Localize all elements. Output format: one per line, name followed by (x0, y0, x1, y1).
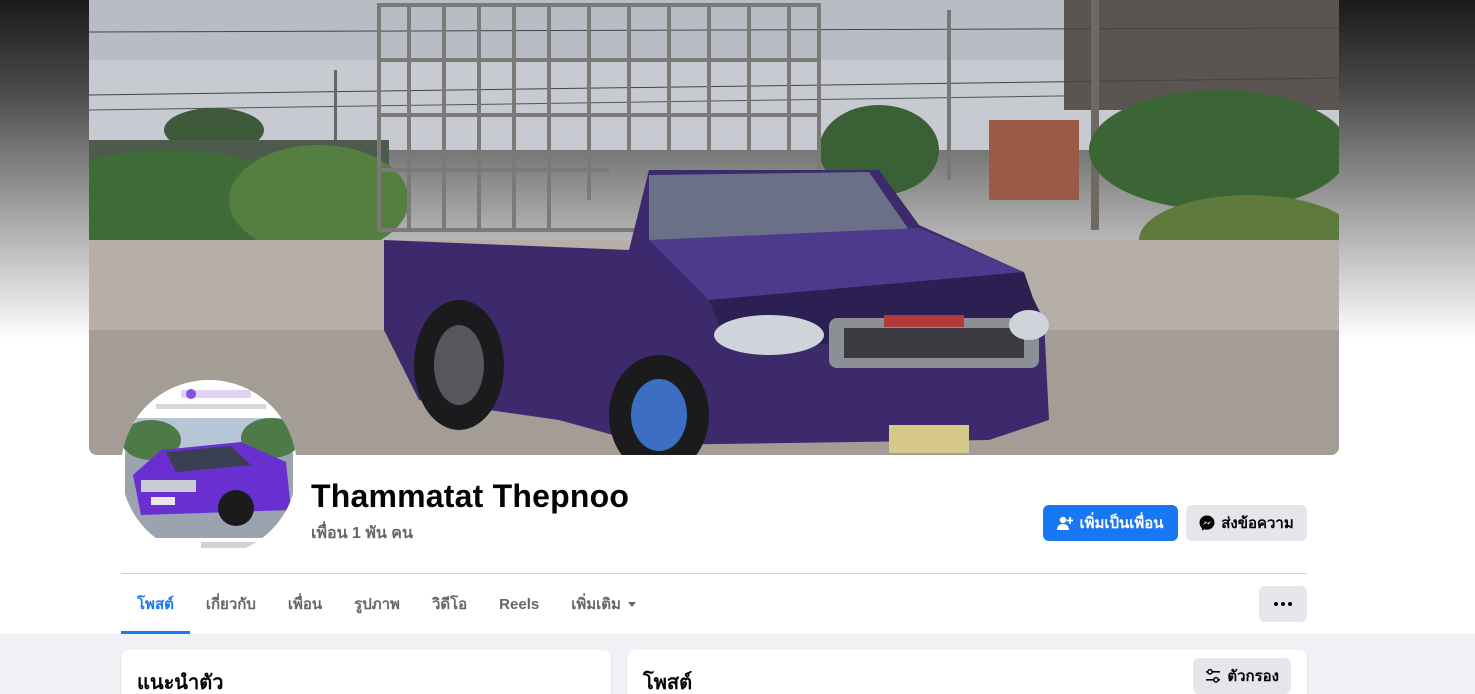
tab-more[interactable]: เพิ่มเติม (555, 574, 652, 634)
add-friend-label: เพิ่มเป็นเพื่อน (1079, 515, 1164, 532)
profile-name: Thammatat Thepnoo (311, 478, 630, 514)
filter-button[interactable]: ตัวกรอง (1193, 658, 1291, 694)
add-friend-button[interactable]: เพิ่มเป็นเพื่อน (1043, 505, 1178, 541)
intro-card: แนะนำตัว (121, 650, 611, 694)
filter-label: ตัวกรอง (1227, 668, 1279, 685)
profile-avatar[interactable] (121, 380, 297, 556)
tab-about[interactable]: เกี่ยวกับ (190, 574, 272, 634)
intro-title: แนะนำตัว (137, 672, 224, 694)
cover-photo[interactable] (89, 0, 1339, 455)
profile-page: Thammatat Thepnoo เพื่อน 1 พัน คน เพิ่มเ… (0, 0, 1475, 694)
caret-down-icon (627, 601, 636, 607)
posts-title: โพสต์ (643, 672, 693, 694)
tab-photos[interactable]: รูปภาพ (338, 574, 416, 634)
sliders-icon (1205, 668, 1221, 684)
profile-tabs: โพสต์ เกี่ยวกับ เพื่อน รูปภาพ วิดีโอ Ree… (121, 574, 652, 634)
posts-card: โพสต์ ตัวกรอง (627, 650, 1307, 694)
messenger-icon (1199, 515, 1215, 531)
message-label: ส่งข้อความ (1221, 515, 1294, 532)
tab-friends[interactable]: เพื่อน (272, 574, 338, 634)
friends-count[interactable]: เพื่อน 1 พัน คน (311, 521, 413, 546)
tab-videos[interactable]: วิดีโอ (416, 574, 483, 634)
message-button[interactable]: ส่งข้อความ (1186, 505, 1307, 541)
tab-reels[interactable]: Reels (483, 574, 555, 634)
ellipsis-icon (1274, 602, 1292, 606)
more-options-button[interactable] (1259, 586, 1307, 622)
tab-posts[interactable]: โพสต์ (121, 574, 190, 634)
person-plus-icon (1057, 515, 1074, 531)
